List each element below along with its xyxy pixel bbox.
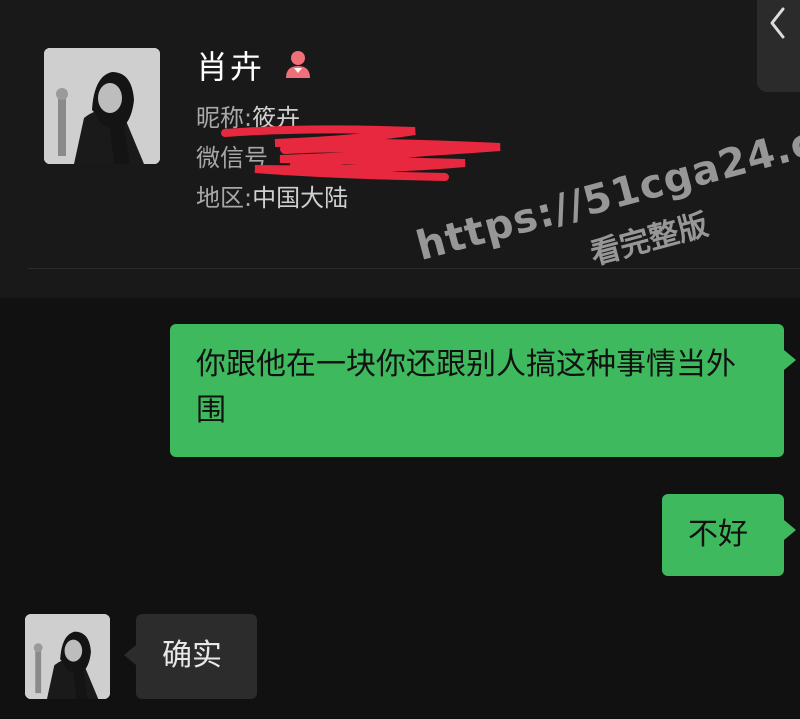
bubble-tail [784, 520, 796, 540]
avatar-photo [25, 614, 110, 699]
message-bubble-outgoing[interactable]: 你跟他在一块你还跟别人搞这种事情当外围 [170, 324, 784, 457]
message-text: 不好 [688, 517, 748, 552]
profile-avatar[interactable] [44, 48, 160, 164]
female-icon [286, 51, 310, 78]
message-bubble-incoming[interactable]: 确实 [136, 614, 257, 699]
bubble-tail [784, 350, 796, 370]
contact-profile-card: 肖卉 昵称:筱卉 微信号 地区:中国大陆 [0, 0, 800, 298]
bubble-tail [124, 645, 136, 665]
contact-name: 肖卉 [196, 48, 265, 86]
message-text: 你跟他在一块你还跟别人搞这种事情当外围 [196, 347, 736, 428]
avatar-photo [44, 48, 160, 164]
wechat-id-redaction [221, 125, 501, 181]
sender-avatar[interactable] [25, 614, 110, 699]
back-button[interactable] [757, 0, 800, 92]
chevron-left-icon [770, 7, 785, 39]
profile-divider [28, 268, 800, 269]
region-label: 地区: [196, 184, 253, 212]
message-text: 确实 [162, 638, 222, 673]
message-bubble-outgoing[interactable]: 不好 [662, 494, 784, 576]
region-value: 中国大陆 [252, 184, 349, 212]
